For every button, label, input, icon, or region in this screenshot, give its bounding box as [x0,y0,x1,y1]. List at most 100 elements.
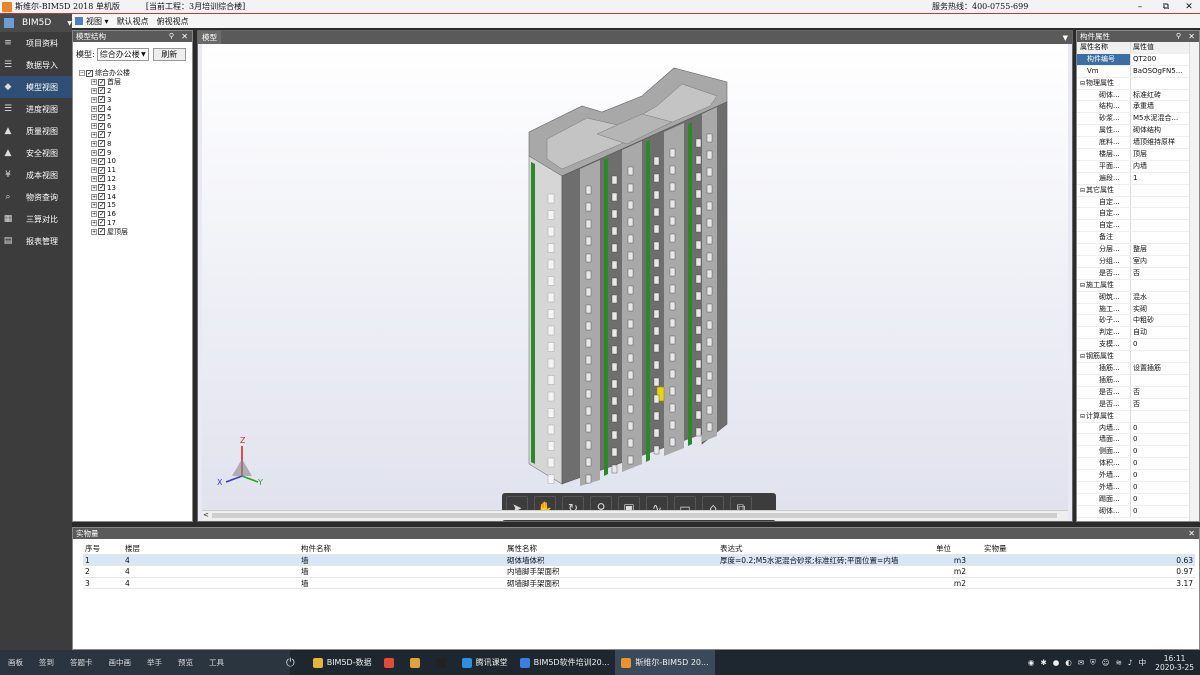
tab-model[interactable]: 模型 [198,31,221,44]
refresh-button[interactable]: 刷新 [152,47,186,61]
column-header[interactable]: 属性名称 [505,543,718,554]
property-group[interactable]: ⊟计算属性 [1077,410,1199,423]
expand-icon[interactable]: + [91,105,97,112]
bluetooth-icon[interactable]: ✱ [1040,658,1046,667]
nav-item[interactable]: ▲ 质量视图 [0,120,72,142]
collapse-icon[interactable]: ⊟ [1080,80,1085,87]
property-group[interactable]: ⊟其它属性 [1077,184,1199,197]
nav-item[interactable]: ⌕ 物资查询 [0,186,72,208]
column-header[interactable]: 楼层 [123,543,299,554]
tree-floor-item[interactable]: +12 [91,174,192,184]
expand-icon[interactable]: + [91,167,97,174]
property-row[interactable]: 是否... 否 [1077,267,1199,280]
column-header[interactable]: 实物量 [982,543,1195,554]
column-header[interactable]: 表达式 [718,543,934,554]
tree-checkbox[interactable] [98,227,105,236]
collapse-icon[interactable]: ⊟ [1080,353,1085,360]
property-row[interactable]: 平面... 内墙 [1077,160,1199,173]
property-row[interactable]: 砂子... 中粗砂 [1077,315,1199,328]
nav-header[interactable]: BIM5D ▼ [0,14,72,32]
property-row[interactable]: 侧面... 0 [1077,446,1199,459]
property-row[interactable]: 自定... [1077,196,1199,209]
taskbar-app[interactable]: BIM5D软件培训20... [514,650,616,675]
tree-checkbox[interactable] [98,166,105,174]
tree-floor-item[interactable]: +8 [91,139,192,148]
clock[interactable]: 16:11 2020-3-25 [1155,654,1194,672]
power-icon[interactable]: ⏻ [286,656,295,670]
property-group[interactable]: ⊟钢筋属性 [1077,351,1199,364]
close-button[interactable]: ✕ [1178,0,1200,14]
collapse-icon[interactable]: ⊟ [1080,187,1085,194]
tree-checkbox[interactable] [98,113,105,121]
3d-scene[interactable]: Z X Y ➤ ✋ ↻ ⚲ ▣ ∿ ▭ ⌂ ⧉ [202,44,1068,521]
horizontal-scrollbar[interactable]: < [202,510,1068,520]
property-row[interactable]: 体积... 0 [1077,458,1199,471]
scroll-thumb[interactable] [212,513,1057,518]
tree-checkbox[interactable] [98,210,105,218]
expand-icon[interactable]: + [91,158,97,165]
property-row[interactable]: 踢面... 0 [1077,493,1199,506]
property-row[interactable]: 支模... 0 [1077,339,1199,352]
tree-floor-item[interactable]: +16 [91,210,192,219]
expand-icon[interactable]: + [91,87,97,94]
property-row[interactable]: 底料... 墙顶维持原样 [1077,137,1199,150]
property-row[interactable]: 砂浆... M5水泥混合... [1077,113,1199,126]
column-header[interactable]: 构件名称 [299,543,505,554]
tree-floor-item[interactable]: +3 [91,95,192,104]
taskbar-app[interactable]: 腾讯课堂 [456,650,514,675]
view-menu[interactable]: 视图 ▾ [86,16,109,27]
property-row[interactable]: Vm BaOSOgFN5... [1077,65,1199,78]
tree-floor-item[interactable]: +2 [91,86,192,96]
tree-floor-item[interactable]: +7 [91,130,192,140]
property-row[interactable]: 属性... 砌体结构 [1077,125,1199,138]
property-group[interactable]: ⊟施工属性 [1077,279,1199,292]
nav-item[interactable]: ▦ 三算对比 [0,208,72,230]
expand-icon[interactable]: + [91,96,97,103]
expand-icon[interactable]: + [91,175,97,182]
tree-root[interactable]: − 综合办公楼 [79,69,192,78]
tree-checkbox[interactable] [98,86,105,95]
tree-floor-item[interactable]: +4 [91,104,192,113]
security-icon[interactable]: ⛨ [1090,658,1096,668]
property-row[interactable]: 砌体... 0 [1077,505,1199,518]
classroom-tool-item[interactable]: 画中画 [109,657,132,668]
wechat-icon[interactable]: ✉ [1078,658,1084,667]
tree-checkbox[interactable] [98,139,105,148]
property-row[interactable]: 外墙... 0 [1077,481,1199,494]
table-row[interactable]: 2 4 墙 内墙脚手架面积 m2 0.97 [83,566,1195,578]
pin-icon[interactable]: ⚲ [1176,31,1181,42]
expand-icon[interactable]: + [91,149,97,156]
network-icon[interactable]: ◉ [1028,658,1035,667]
tree-checkbox[interactable] [98,157,105,165]
tree-checkbox[interactable] [98,122,105,130]
close-icon[interactable]: ✕ [1188,528,1195,539]
tree-floor-item[interactable]: +11 [91,166,192,175]
nav-item[interactable]: ☰ 进度视图 [0,98,72,120]
tree-floor-item[interactable]: +9 [91,148,192,157]
property-row[interactable]: 内墙... 0 [1077,422,1199,435]
update-icon[interactable]: ◐ [1065,658,1072,667]
scroll-left-icon[interactable]: < [203,511,209,519]
expand-icon[interactable]: + [91,123,97,130]
expand-icon[interactable]: + [91,211,97,218]
property-row[interactable]: 分层... 整层 [1077,244,1199,257]
property-row[interactable]: 插筋... 设置插筋 [1077,363,1199,375]
taskbar-app[interactable]: BIM5D-数据 [307,650,378,675]
nav-item[interactable]: ▲ 安全视图 [0,142,72,164]
classroom-tool-item[interactable]: 画板 [8,657,23,668]
tree-checkbox[interactable] [98,201,105,209]
expand-icon[interactable]: + [91,140,97,147]
close-icon[interactable]: ✕ [1188,31,1195,42]
classroom-tool-item[interactable]: 签到 [39,657,54,668]
chevron-down-icon[interactable]: ▼ [1063,34,1068,42]
antivirus-icon[interactable]: ● [1053,658,1060,667]
tree-checkbox[interactable] [98,78,105,86]
taskbar-app[interactable]: 斯维尔-BIM5D 20... [615,650,715,675]
tree-checkbox[interactable] [98,183,105,192]
qq-icon[interactable]: ☺ [1102,658,1110,667]
collapse-icon[interactable]: ⊟ [1080,282,1085,289]
property-row[interactable]: 楼层... 顶层 [1077,149,1199,161]
property-row[interactable]: 砌体... 标准红砖 [1077,89,1199,102]
property-group[interactable]: ⊟物理属性 [1077,77,1199,90]
props-scrollbar[interactable] [1189,42,1199,521]
